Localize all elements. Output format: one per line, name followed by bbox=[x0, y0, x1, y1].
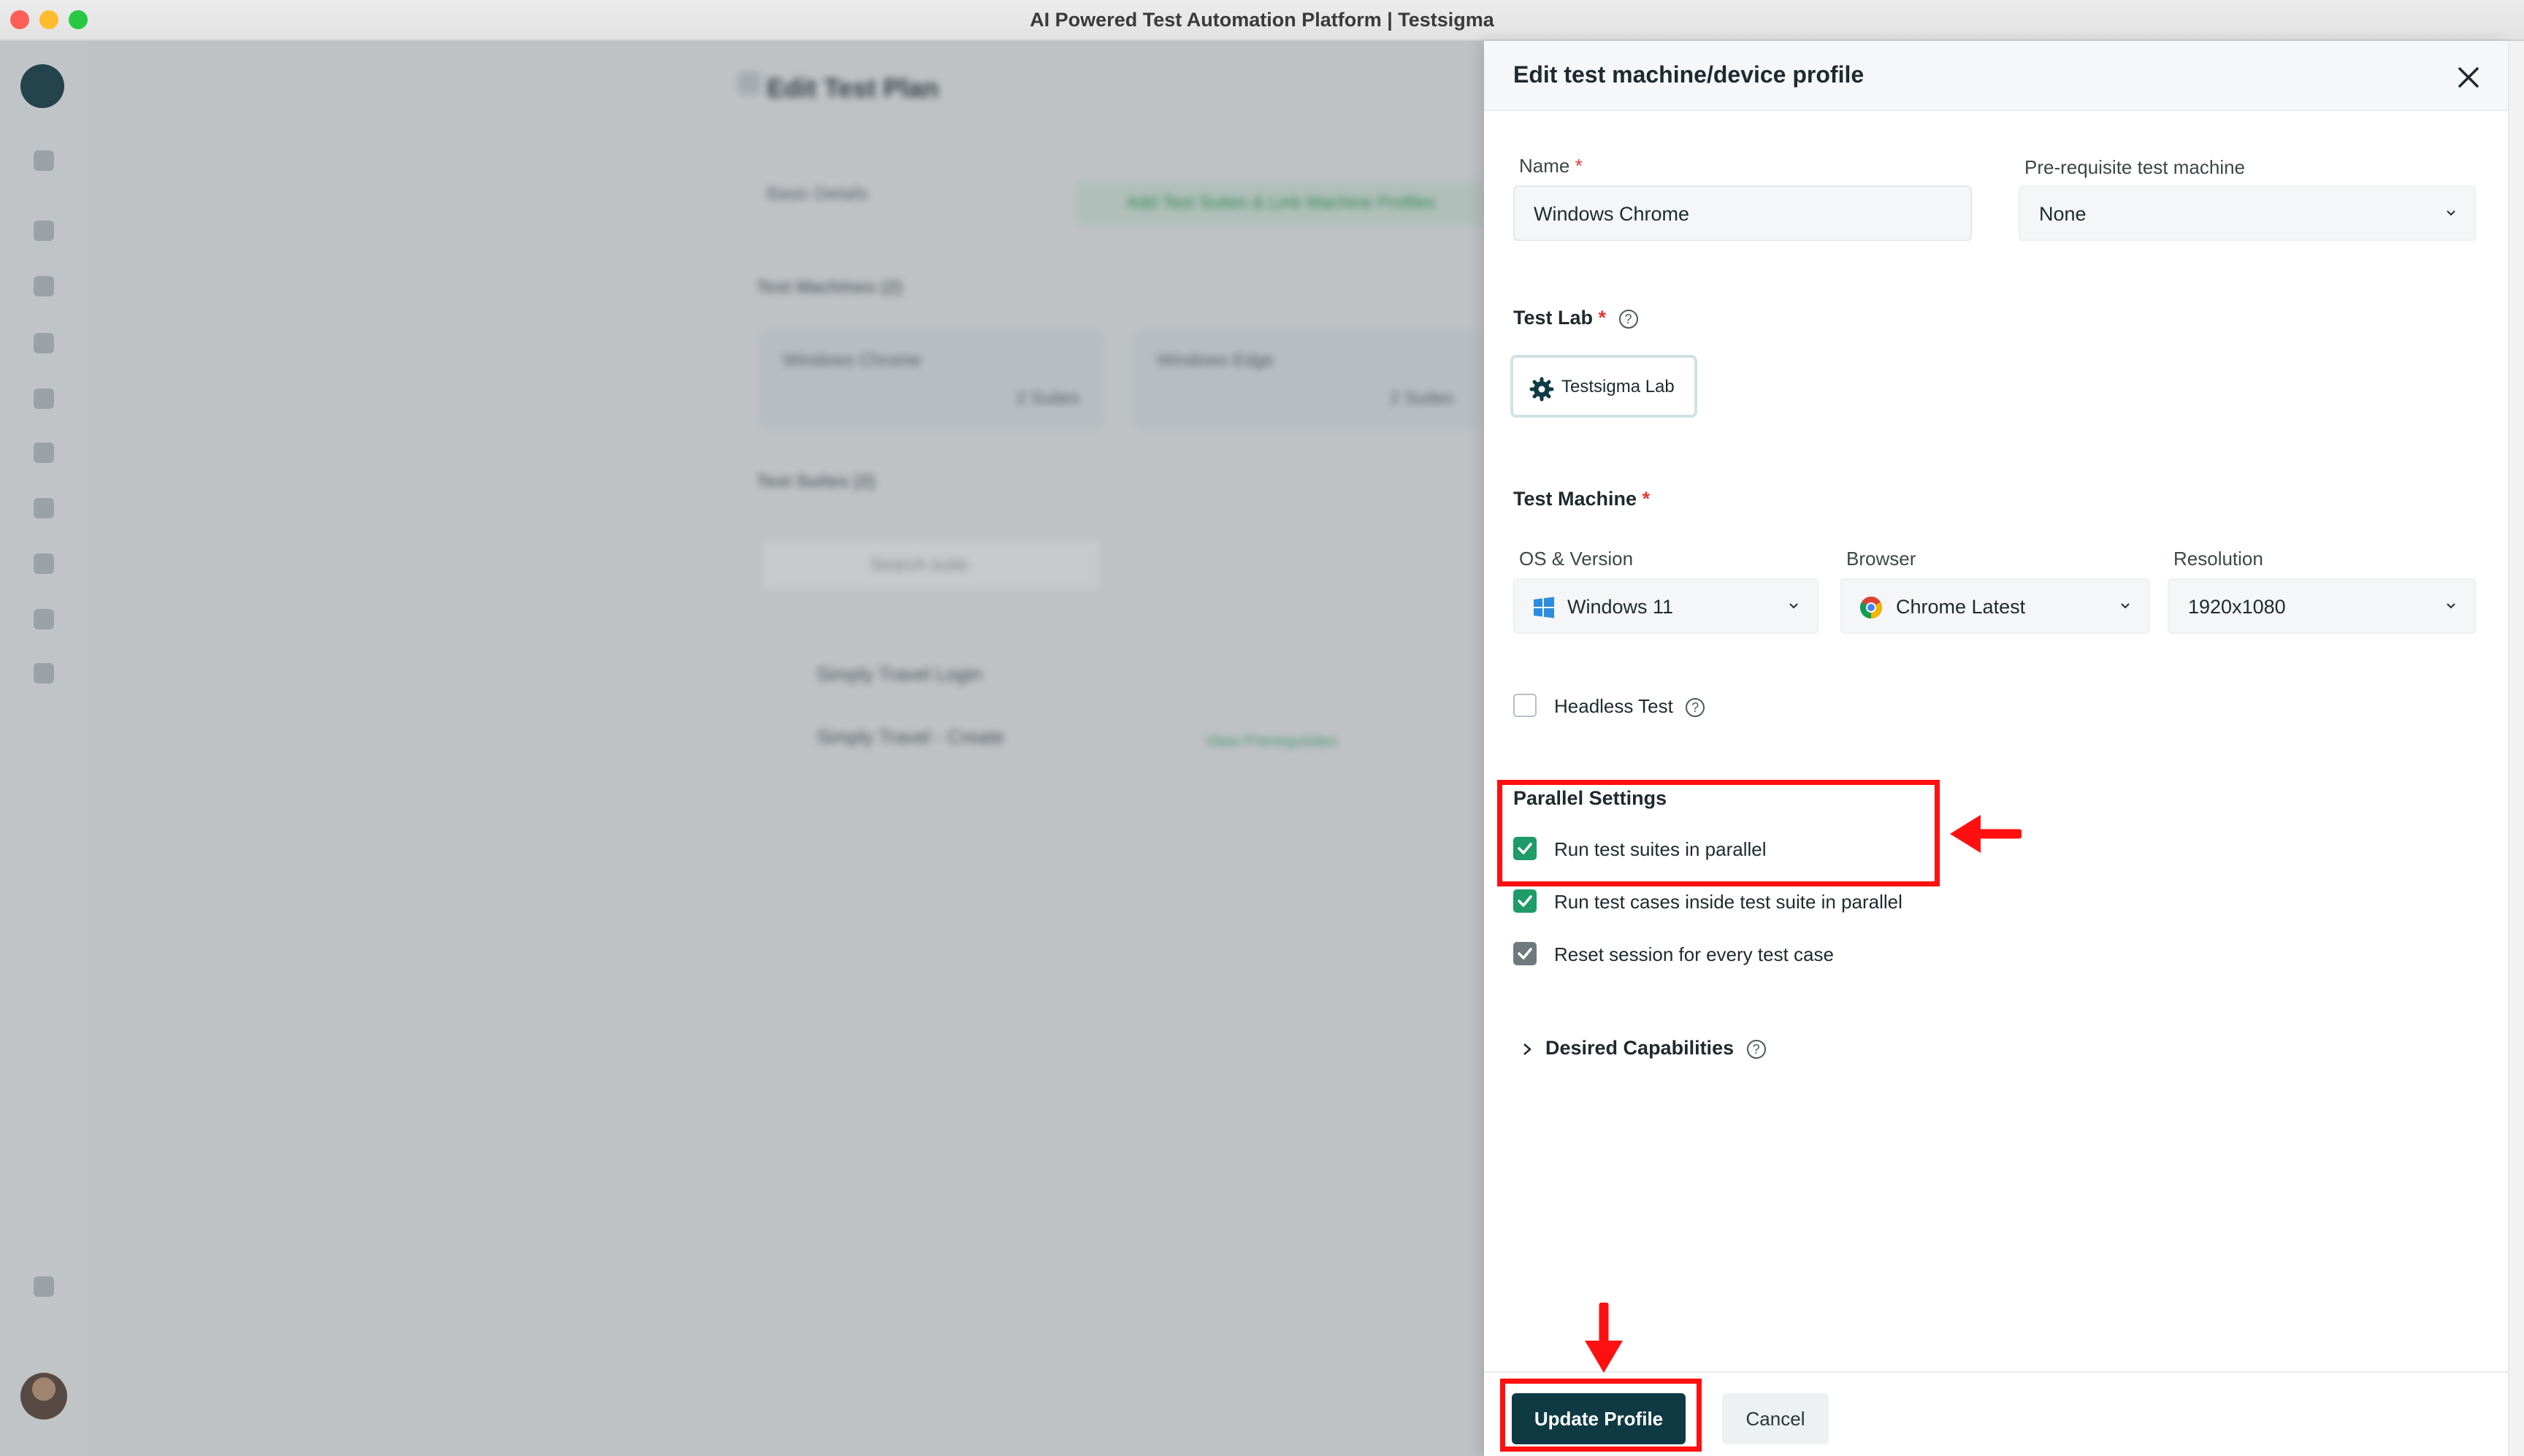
drawer-header: Edit test machine/device profile bbox=[1484, 41, 2508, 111]
close-icon[interactable] bbox=[2454, 63, 2483, 92]
annotation-arrow-down-icon bbox=[1585, 1303, 1623, 1373]
browser-value: Chrome Latest bbox=[1896, 596, 2026, 618]
check-icon bbox=[1518, 948, 1532, 959]
test-machine-label: Test Machine * bbox=[1513, 488, 1651, 510]
annotation-box-parallel bbox=[1497, 780, 1940, 886]
chevron-down-icon bbox=[2447, 603, 2455, 609]
name-field[interactable]: Windows Chrome bbox=[1513, 185, 1972, 241]
parallel-cases-label: Run test cases inside test suite in para… bbox=[1554, 891, 1902, 913]
help-icon[interactable]: ? bbox=[1746, 1039, 1766, 1059]
cancel-button[interactable]: Cancel bbox=[1722, 1393, 1829, 1444]
windows-icon bbox=[1534, 597, 1554, 618]
resolution-label: Resolution bbox=[2173, 548, 2263, 570]
drawer-title: Edit test machine/device profile bbox=[1513, 61, 1865, 88]
name-label: Name * bbox=[1519, 155, 1583, 177]
test-lab-label: Test Lab * ? bbox=[1513, 307, 1638, 329]
help-icon[interactable]: ? bbox=[1618, 309, 1638, 329]
reset-session-checkbox[interactable] bbox=[1513, 942, 1537, 965]
headless-checkbox[interactable] bbox=[1513, 694, 1537, 717]
prereq-value: None bbox=[2039, 203, 2087, 225]
os-value: Windows 11 bbox=[1567, 596, 1674, 618]
parallel-cases-checkbox[interactable] bbox=[1513, 889, 1537, 913]
modal-backdrop[interactable] bbox=[0, 41, 1484, 1456]
chevron-down-icon bbox=[2447, 210, 2455, 216]
os-label: OS & Version bbox=[1519, 548, 1634, 570]
resolution-value: 1920x1080 bbox=[2188, 596, 2286, 618]
edit-profile-drawer: Edit test machine/device profile Name * … bbox=[1484, 41, 2508, 1456]
browser-select[interactable]: Chrome Latest bbox=[1840, 578, 2150, 634]
desired-capabilities-toggle[interactable]: Desired Capabilities ? bbox=[1521, 1037, 1766, 1060]
window-title: AI Powered Test Automation Platform | Te… bbox=[1030, 9, 1494, 31]
help-icon[interactable]: ? bbox=[1686, 698, 1705, 718]
annotation-box-update bbox=[1500, 1379, 1702, 1452]
annotation-arrow-left-icon bbox=[1950, 815, 2022, 853]
chevron-right-icon bbox=[1523, 1043, 1531, 1055]
os-select[interactable]: Windows 11 bbox=[1513, 578, 1819, 634]
chrome-icon bbox=[1859, 597, 1883, 618]
chevron-down-icon bbox=[1789, 603, 1798, 609]
gear-icon bbox=[1529, 377, 1554, 402]
chevron-down-icon bbox=[2121, 603, 2130, 609]
lab-button-label: Testsigma Lab bbox=[1561, 377, 1675, 396]
reset-session-label: Reset session for every test case bbox=[1554, 943, 1834, 965]
testsigma-lab-option[interactable]: Testsigma Lab bbox=[1510, 355, 1697, 418]
scrollbar[interactable] bbox=[2508, 41, 2524, 1456]
window-titlebar: AI Powered Test Automation Platform | Te… bbox=[0, 0, 2524, 41]
prereq-select[interactable]: None bbox=[2019, 185, 2476, 241]
browser-label: Browser bbox=[1846, 548, 1916, 570]
resolution-select[interactable]: 1920x1080 bbox=[2168, 578, 2476, 634]
prereq-label: Pre-requisite test machine bbox=[2024, 156, 2246, 178]
check-icon bbox=[1518, 895, 1532, 907]
headless-label: Headless Test ? bbox=[1554, 695, 1705, 718]
